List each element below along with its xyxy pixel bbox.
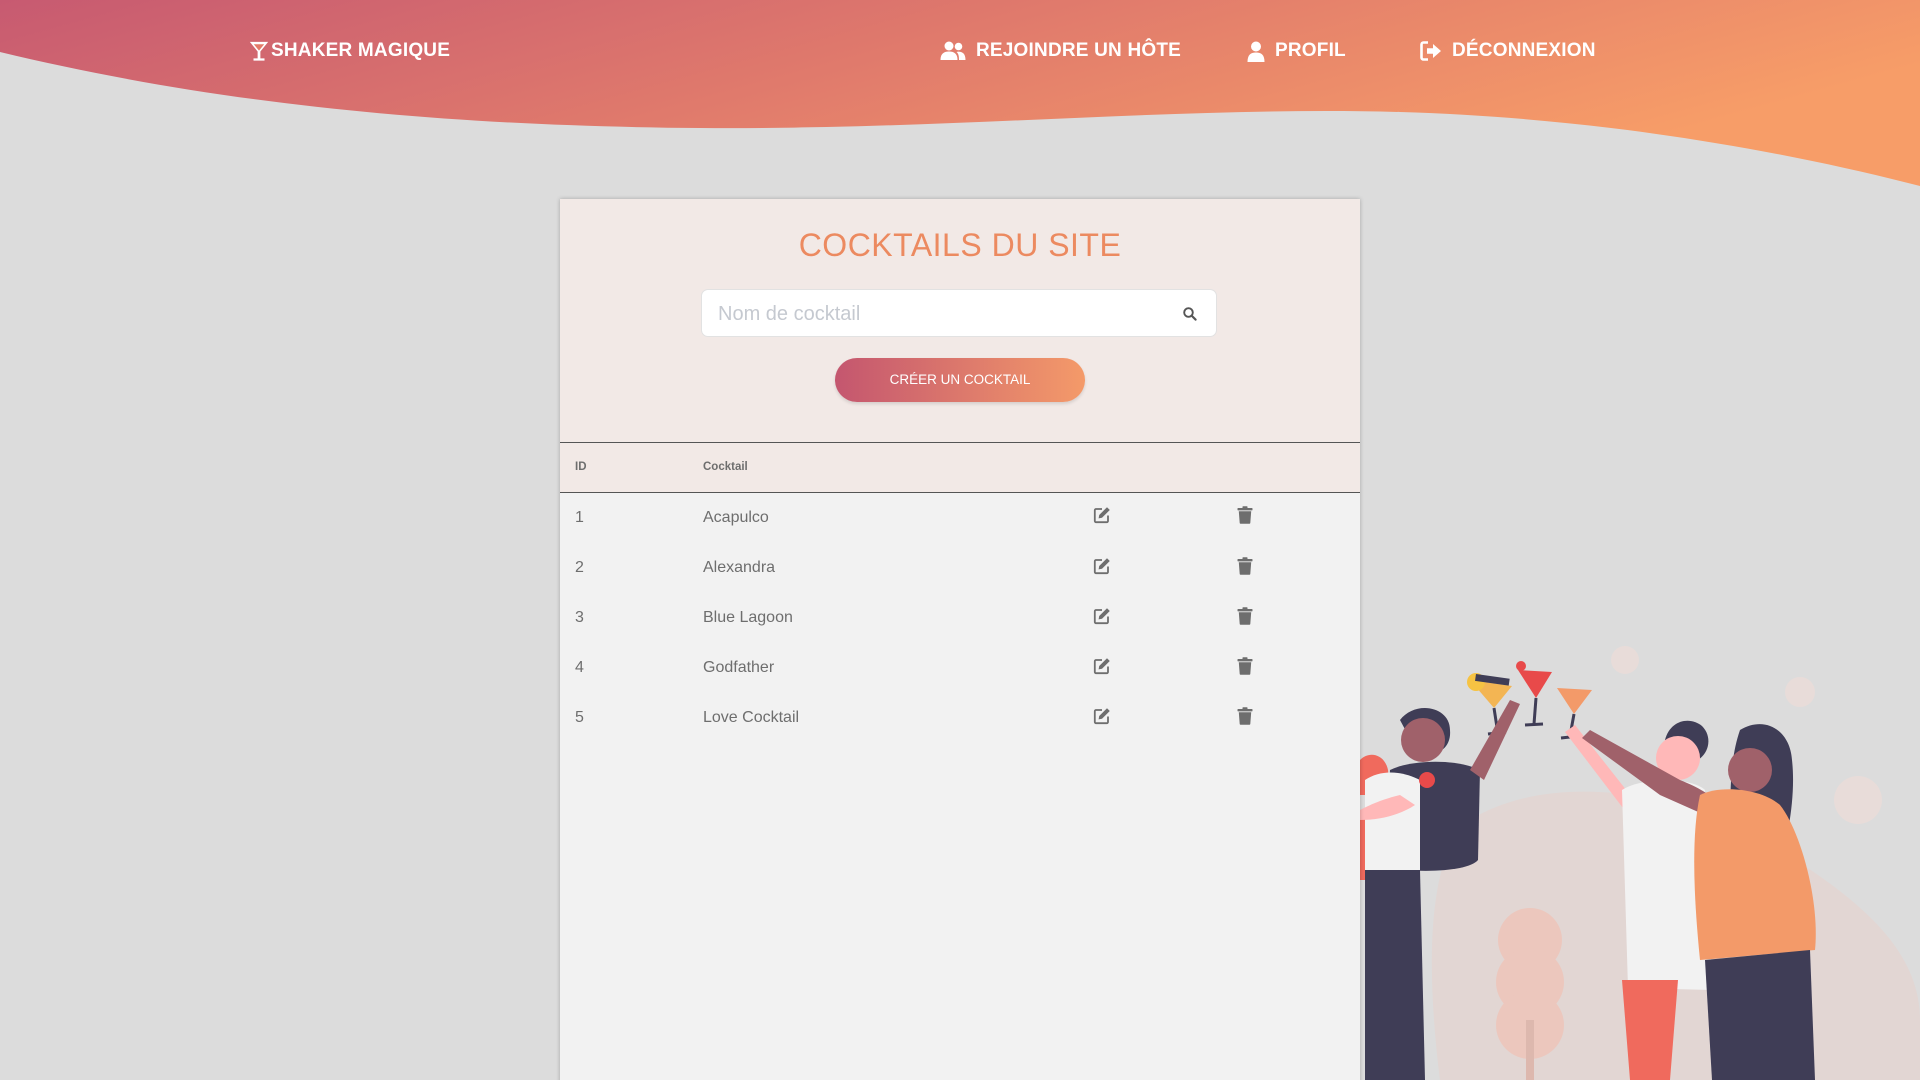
edit-icon[interactable] <box>1093 607 1111 625</box>
cell-id: 1 <box>575 509 584 526</box>
users-icon <box>940 41 966 61</box>
edit-icon[interactable] <box>1093 506 1111 524</box>
user-icon <box>1247 41 1265 62</box>
trash-icon[interactable] <box>1237 607 1253 625</box>
edit-icon[interactable] <box>1093 657 1111 675</box>
column-header-id: ID <box>575 461 587 473</box>
cell-cocktail-name: Love Cocktail <box>703 709 800 726</box>
brand-label: SHAKER MAGIQUE <box>271 40 451 61</box>
search-icon[interactable] <box>1182 306 1198 322</box>
cell-id: 3 <box>575 609 584 626</box>
top-nav: SHAKER MAGIQUE REJOINDRE UN HÔTE PROFIL … <box>0 0 1920 110</box>
brand-link[interactable]: SHAKER MAGIQUE <box>248 40 450 62</box>
cocktails-card: COCKTAILS DU SITE CRÉER UN COCKTAIL ID C… <box>560 199 1360 1080</box>
table-row: 4 Godfather <box>560 643 1360 693</box>
sign-out-icon <box>1420 41 1442 61</box>
card-header: COCKTAILS DU SITE CRÉER UN COCKTAIL <box>560 199 1360 443</box>
cell-cocktail-name: Acapulco <box>703 509 769 526</box>
column-header-cocktail: Cocktail <box>703 461 748 473</box>
cocktail-glass-icon <box>248 40 270 62</box>
page-title: COCKTAILS DU SITE <box>798 227 1122 263</box>
nav-logout[interactable]: DÉCONNEXION <box>1420 40 1596 62</box>
nav-profile[interactable]: PROFIL <box>1247 40 1346 62</box>
trash-icon[interactable] <box>1237 557 1253 575</box>
trash-icon[interactable] <box>1237 657 1253 675</box>
table-row: 1 Acapulco <box>560 493 1360 543</box>
cell-cocktail-name: Godfather <box>703 659 775 676</box>
cell-id: 2 <box>575 559 584 576</box>
cell-cocktail-name: Blue Lagoon <box>703 609 793 626</box>
trash-icon[interactable] <box>1237 707 1253 725</box>
table-row: 5 Love Cocktail <box>560 693 1360 743</box>
edit-icon[interactable] <box>1093 707 1111 725</box>
search-input[interactable] <box>716 290 1160 338</box>
trash-icon[interactable] <box>1237 506 1253 524</box>
table-row: 2 Alexandra <box>560 543 1360 593</box>
page: SHAKER MAGIQUE REJOINDRE UN HÔTE PROFIL … <box>0 0 1920 1080</box>
create-cocktail-button[interactable]: CRÉER UN COCKTAIL <box>835 358 1085 402</box>
cell-cocktail-name: Alexandra <box>703 559 776 576</box>
people-toasting-illustration <box>1360 646 1920 1080</box>
edit-icon[interactable] <box>1093 557 1111 575</box>
cell-id: 4 <box>575 659 584 676</box>
table-row: 3 Blue Lagoon <box>560 593 1360 643</box>
table-header: ID Cocktail <box>560 443 1360 493</box>
nav-logout-label: DÉCONNEXION <box>1452 40 1596 61</box>
nav-profile-label: PROFIL <box>1275 40 1346 61</box>
search-box <box>701 289 1217 338</box>
table-body: 1 Acapulco 2 Alexandra 3 Blue Lagoon 4 G… <box>560 493 1360 743</box>
nav-join-host-label: REJOINDRE UN HÔTE <box>976 40 1182 61</box>
cell-id: 5 <box>575 709 584 726</box>
nav-join-host[interactable]: REJOINDRE UN HÔTE <box>940 40 1181 62</box>
